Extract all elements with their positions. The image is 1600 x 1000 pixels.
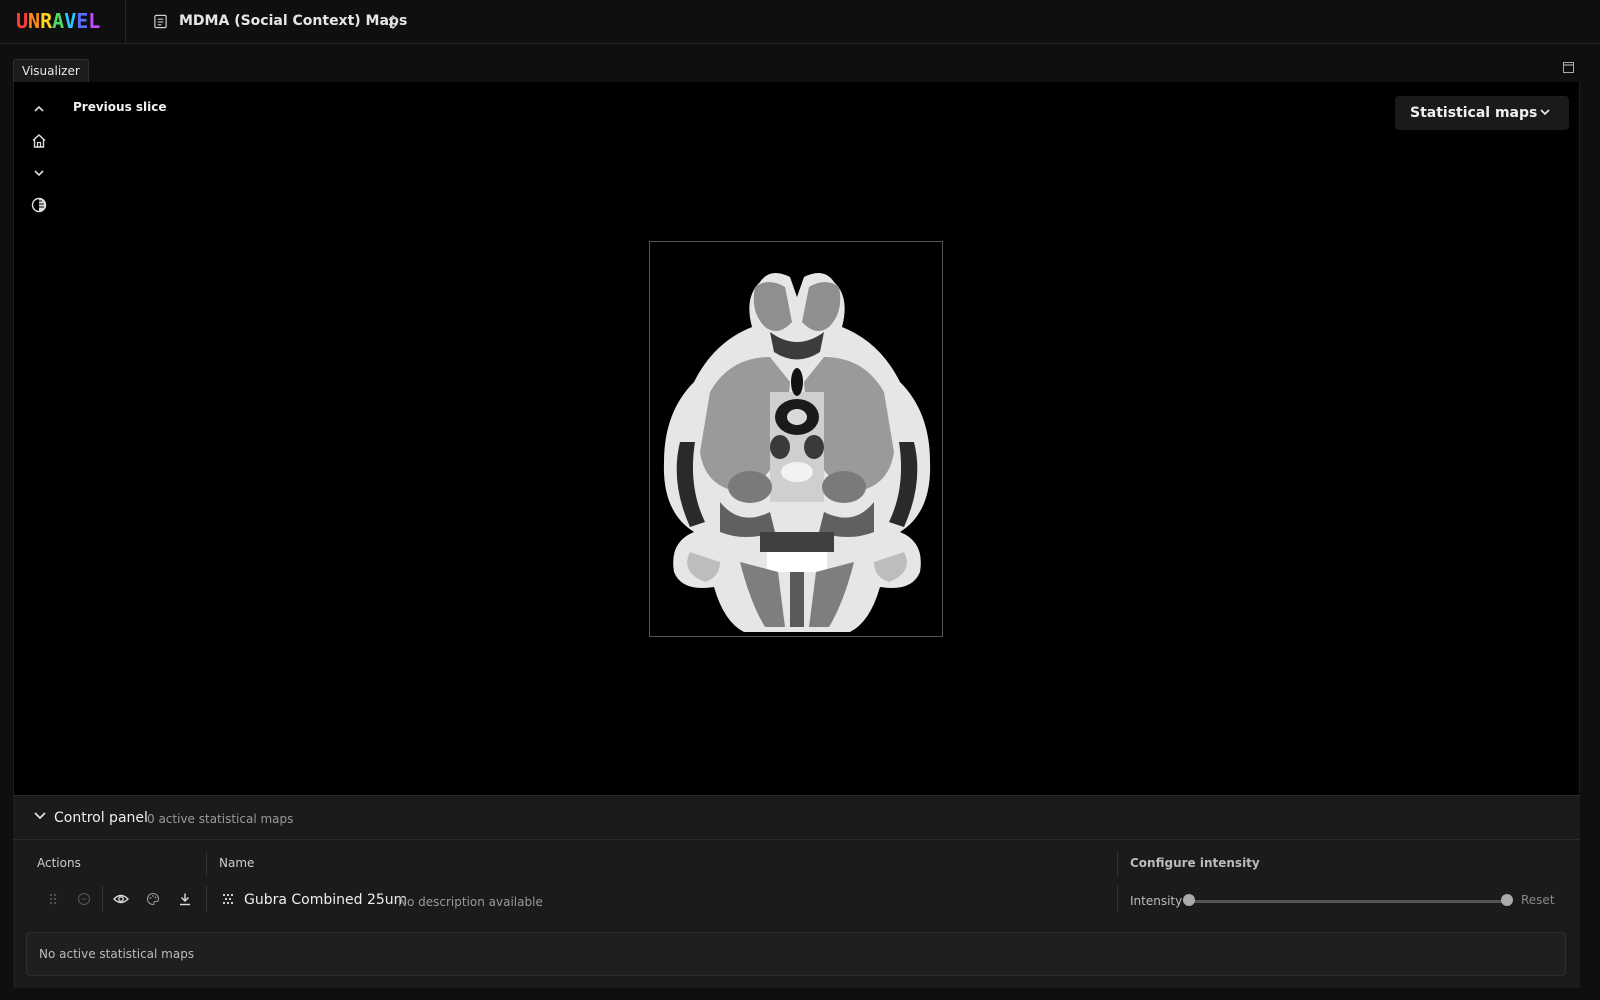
top-bar: UNRAVEL MDMA (Social Context) Maps: [0, 0, 1600, 44]
chevron-down-icon: [1540, 109, 1550, 116]
control-panel: Control panel 0 active statistical maps …: [13, 795, 1580, 988]
brain-atlas-slice: [650, 242, 942, 636]
control-panel-header[interactable]: Control panel 0 active statistical maps: [13, 796, 1580, 840]
empty-state-message: No active statistical maps: [26, 932, 1566, 976]
dropdown-label: Statistical maps: [1410, 105, 1538, 121]
chevron-down-icon: [34, 170, 44, 177]
divider: [125, 0, 126, 43]
palette-icon[interactable]: [146, 892, 160, 906]
logo-letter: E: [76, 9, 89, 33]
divider: [1117, 886, 1118, 912]
statistical-maps-dropdown[interactable]: Statistical maps: [1395, 96, 1569, 130]
logo-letter: L: [88, 9, 101, 33]
divider: [1117, 852, 1118, 876]
divider: [206, 886, 207, 912]
map-description: No description available: [398, 895, 543, 909]
divider: [206, 852, 207, 876]
scatter-map-icon: [223, 894, 233, 904]
drag-handle-icon[interactable]: [46, 892, 60, 906]
collapse-chevron-icon[interactable]: [33, 811, 47, 821]
chevron-up-down-icon[interactable]: [386, 13, 400, 31]
map-name[interactable]: Gubra Combined 25um: [244, 892, 407, 908]
project-title[interactable]: MDMA (Social Context) Maps: [179, 13, 407, 29]
eye-icon[interactable]: [113, 892, 129, 906]
reset-button[interactable]: Reset: [1521, 893, 1555, 907]
intensity-slider[interactable]: [1189, 900, 1509, 903]
remove-icon[interactable]: [77, 892, 91, 906]
logo-letter: U: [16, 9, 29, 33]
column-header-name: Name: [219, 856, 255, 870]
column-header-actions: Actions: [37, 856, 81, 870]
intensity-slider-max-handle[interactable]: [1501, 894, 1513, 906]
intensity-label: Intensity: [1130, 894, 1183, 908]
contrast-icon: [31, 197, 47, 213]
unravel-logo[interactable]: UNRAVEL: [16, 9, 100, 33]
divider: [102, 886, 103, 912]
logo-letter: R: [40, 9, 53, 33]
home-icon: [32, 134, 46, 148]
previous-slice-button[interactable]: [27, 97, 51, 121]
logo-letter: V: [64, 9, 77, 33]
chevron-up-icon: [34, 105, 44, 112]
logo-letter: N: [28, 9, 41, 33]
tab-visualizer[interactable]: Visualizer: [13, 59, 89, 82]
maximize-icon[interactable]: [1563, 62, 1574, 73]
download-icon[interactable]: [178, 892, 192, 906]
home-button[interactable]: [27, 129, 51, 153]
next-slice-button[interactable]: [27, 161, 51, 185]
tooltip: Previous slice: [73, 100, 167, 114]
intensity-slider-min-handle[interactable]: [1183, 894, 1195, 906]
brain-slice-image[interactable]: [649, 241, 943, 637]
control-panel-title: Control panel: [54, 810, 148, 826]
contrast-button[interactable]: [27, 193, 51, 217]
active-maps-count: 0 active statistical maps: [147, 812, 294, 826]
document-icon: [154, 14, 167, 29]
column-header-configure-intensity: Configure intensity: [1130, 856, 1260, 870]
logo-letter: A: [52, 9, 65, 33]
